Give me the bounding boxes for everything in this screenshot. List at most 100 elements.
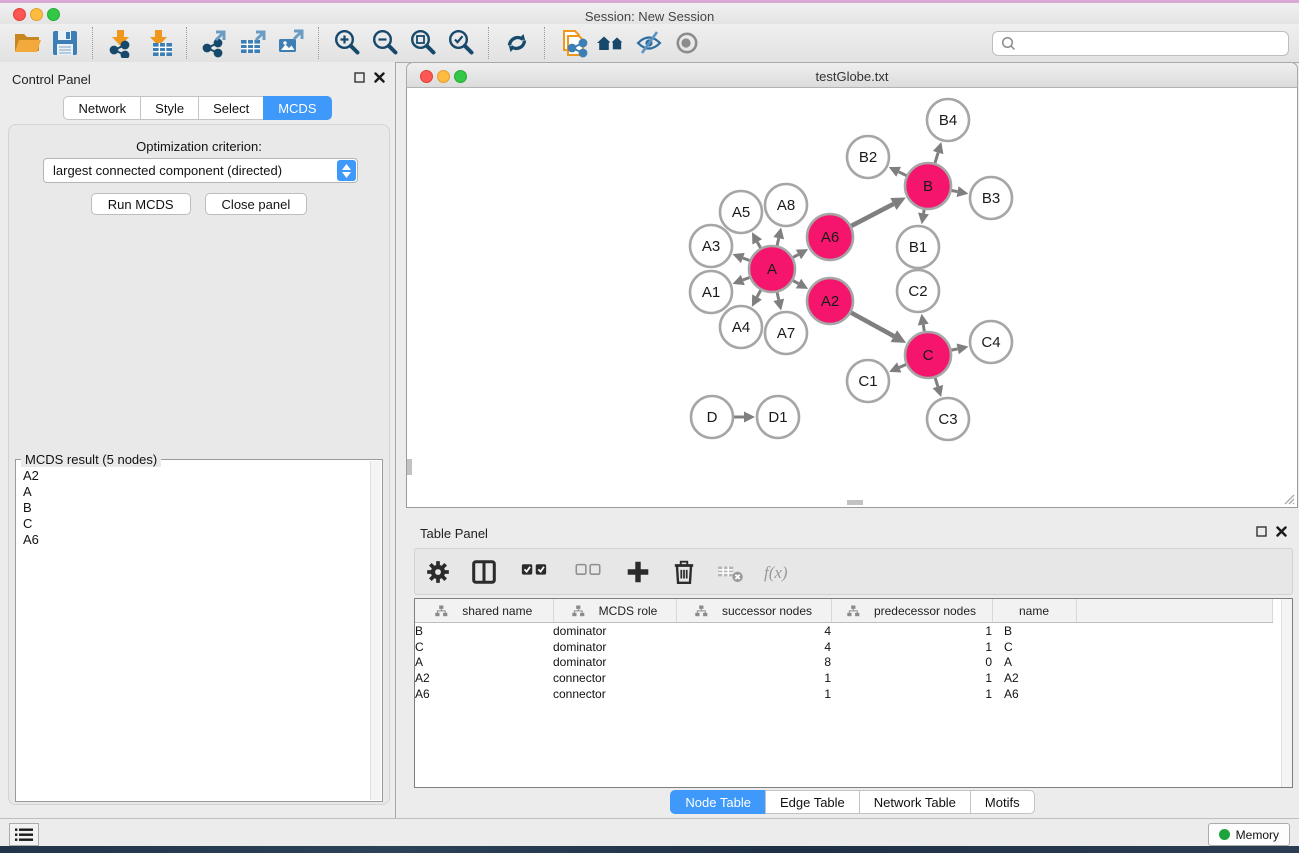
cell-predecessor_nodes[interactable]: 1 xyxy=(831,623,992,639)
import-table-button[interactable] xyxy=(140,26,178,60)
cell-predecessor_nodes[interactable]: 1 xyxy=(831,670,992,686)
table-row[interactable]: Bdominator41B xyxy=(415,623,1273,639)
open-folder-button[interactable] xyxy=(8,26,46,60)
resize-grip-icon[interactable] xyxy=(1281,491,1295,505)
delete-column-button[interactable] xyxy=(671,559,697,585)
memory-button[interactable]: Memory xyxy=(1208,823,1290,846)
tab-network-table[interactable]: Network Table xyxy=(859,790,970,814)
column-header-successor-nodes[interactable]: successor nodes xyxy=(676,599,831,623)
select-columns-button[interactable] xyxy=(471,559,497,585)
hide-selected-button[interactable] xyxy=(630,26,668,60)
edge-A6-B[interactable] xyxy=(851,204,893,226)
cell-mcds_role[interactable]: dominator xyxy=(553,655,676,671)
network-window-titlebar[interactable]: testGlobe.txt xyxy=(406,62,1298,88)
task-history-button[interactable] xyxy=(9,823,39,846)
table-row[interactable]: Cdominator41C xyxy=(415,639,1273,655)
close-panel-icon[interactable] xyxy=(374,72,385,83)
tab-node-table[interactable]: Node Table xyxy=(670,790,765,814)
tab-style[interactable]: Style xyxy=(140,96,198,120)
cell-mcds_role[interactable]: connector xyxy=(553,686,676,702)
cell-name[interactable]: C xyxy=(992,639,1076,655)
close-table-panel-icon[interactable] xyxy=(1276,526,1287,537)
cell-shared_name[interactable]: A xyxy=(415,655,553,671)
edge-C-C2[interactable] xyxy=(923,325,924,332)
new-network-selection-button[interactable] xyxy=(554,26,592,60)
search-input[interactable] xyxy=(1021,34,1288,54)
cell-name[interactable]: A6 xyxy=(992,686,1076,702)
edge-B-B2[interactable] xyxy=(899,172,907,176)
network-canvas[interactable]: B4B2BB3A5A8A6A3B1AA1C2A2A4A7C4CC1C3DD1 xyxy=(406,88,1298,508)
edge-C-C4[interactable] xyxy=(952,349,958,350)
edge-A-A4[interactable] xyxy=(757,290,761,297)
edge-B-B1[interactable] xyxy=(924,210,925,214)
cell-successor_nodes[interactable]: 8 xyxy=(676,655,831,671)
cell-name[interactable]: A xyxy=(992,655,1076,671)
cell-predecessor_nodes[interactable]: 1 xyxy=(831,639,992,655)
cell-successor_nodes[interactable]: 4 xyxy=(676,639,831,655)
edge-A-A7[interactable] xyxy=(777,292,779,299)
show-all-button[interactable] xyxy=(668,26,706,60)
table-row[interactable]: A6connector11A6 xyxy=(415,686,1273,702)
edge-A2-C[interactable] xyxy=(851,313,894,337)
export-network-button[interactable] xyxy=(196,26,234,60)
check-all-button[interactable] xyxy=(517,559,551,585)
zoom-in-button[interactable] xyxy=(328,26,366,60)
mcds-result-item[interactable]: B xyxy=(17,500,371,516)
network-horizontal-scroll-thumb[interactable] xyxy=(847,500,863,505)
first-neighbors-button[interactable] xyxy=(592,26,630,60)
cell-predecessor_nodes[interactable]: 1 xyxy=(831,686,992,702)
cell-mcds_role[interactable]: connector xyxy=(553,670,676,686)
optimization-criterion-select[interactable]: largest connected component (directed) xyxy=(43,158,358,183)
save-button[interactable] xyxy=(46,26,84,60)
refresh-button[interactable] xyxy=(498,26,536,60)
node-table[interactable]: shared nameMCDS rolesuccessor nodesprede… xyxy=(415,599,1273,702)
zoom-out-button[interactable] xyxy=(366,26,404,60)
edge-A-A2[interactable] xyxy=(793,281,798,284)
column-header-predecessor-nodes[interactable]: predecessor nodes xyxy=(831,599,992,623)
float-panel-icon[interactable] xyxy=(354,72,365,83)
network-vertical-scroll-thumb[interactable] xyxy=(407,459,412,475)
mcds-result-scrollbar[interactable] xyxy=(370,461,381,800)
float-table-panel-icon[interactable] xyxy=(1256,526,1267,537)
uncheck-all-button[interactable] xyxy=(571,559,605,585)
search-box[interactable] xyxy=(992,31,1289,56)
zoom-selected-button[interactable] xyxy=(442,26,480,60)
run-mcds-button[interactable]: Run MCDS xyxy=(91,193,191,215)
cell-mcds_role[interactable]: dominator xyxy=(553,623,676,639)
tab-motifs[interactable]: Motifs xyxy=(970,790,1035,814)
edge-A-A3[interactable] xyxy=(743,258,750,261)
column-header-MCDS-role[interactable]: MCDS role xyxy=(553,599,676,623)
edge-B-B4[interactable] xyxy=(935,153,938,163)
tab-select[interactable]: Select xyxy=(198,96,263,120)
edge-A-A1[interactable] xyxy=(743,277,750,280)
mcds-result-list[interactable]: A2ABCA6 xyxy=(17,468,371,800)
cell-predecessor_nodes[interactable]: 0 xyxy=(831,655,992,671)
mcds-result-item[interactable]: C xyxy=(17,516,371,532)
export-table-button[interactable] xyxy=(234,26,272,60)
edge-C-C3[interactable] xyxy=(935,378,938,387)
tab-edge-table[interactable]: Edge Table xyxy=(765,790,859,814)
edge-B-B3[interactable] xyxy=(952,190,958,191)
cell-successor_nodes[interactable]: 1 xyxy=(676,686,831,702)
zoom-fit-button[interactable] xyxy=(404,26,442,60)
mcds-result-item[interactable]: A6 xyxy=(17,532,371,548)
import-network-button[interactable] xyxy=(102,26,140,60)
cell-successor_nodes[interactable]: 4 xyxy=(676,623,831,639)
table-row[interactable]: A2connector11A2 xyxy=(415,670,1273,686)
cell-name[interactable]: A2 xyxy=(992,670,1076,686)
gear-button[interactable] xyxy=(425,559,451,585)
table-row[interactable]: Adominator80A xyxy=(415,655,1273,671)
column-header-shared-name[interactable]: shared name xyxy=(415,599,553,623)
cell-shared_name[interactable]: C xyxy=(415,639,553,655)
mcds-result-item[interactable]: A xyxy=(17,484,371,500)
tab-network[interactable]: Network xyxy=(63,96,140,120)
export-image-button[interactable] xyxy=(272,26,310,60)
cell-name[interactable]: B xyxy=(992,623,1076,639)
close-panel-button[interactable]: Close panel xyxy=(205,193,308,215)
mcds-result-item[interactable]: A2 xyxy=(17,468,371,484)
cell-mcds_role[interactable]: dominator xyxy=(553,639,676,655)
edge-A-A6[interactable] xyxy=(793,254,798,257)
edge-C-C1[interactable] xyxy=(899,365,906,368)
cell-successor_nodes[interactable]: 1 xyxy=(676,670,831,686)
tab-mcds[interactable]: MCDS xyxy=(263,96,331,120)
